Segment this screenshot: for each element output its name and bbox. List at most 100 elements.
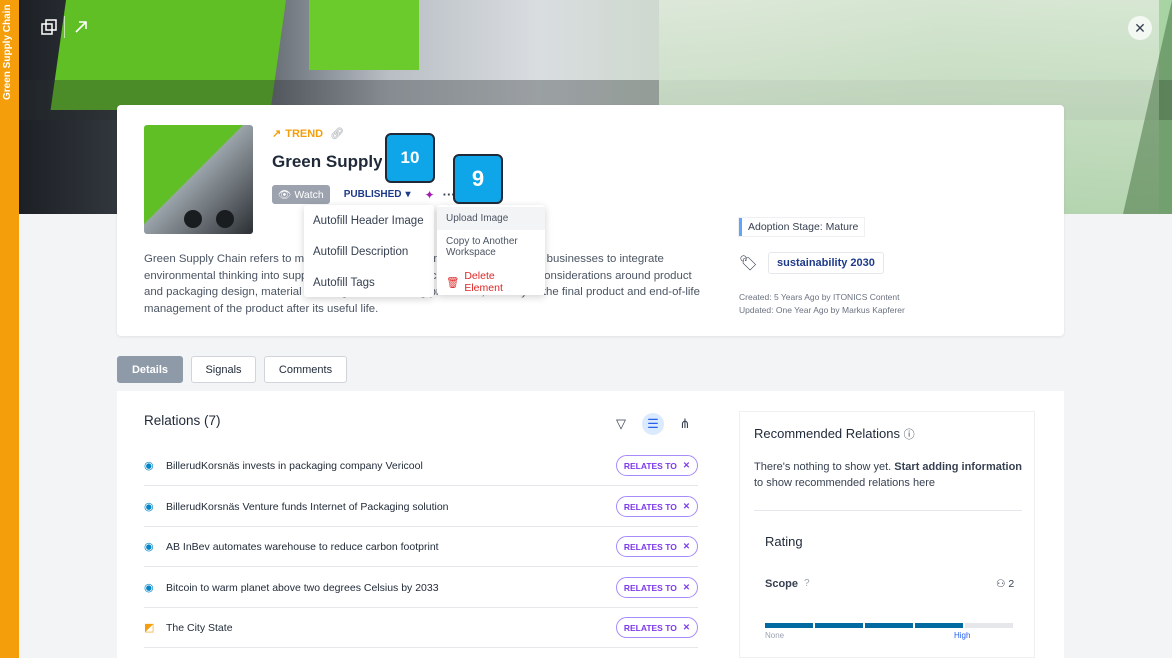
relation-row[interactable]: ◉ BillerudKorsnäs invests in packaging c… xyxy=(144,446,698,486)
recommended-empty-text: There's nothing to show yet. Start addin… xyxy=(754,459,1024,491)
created-info: Created: 5 Years Ago by ITONICS Content xyxy=(739,292,900,302)
relates-to-chip[interactable]: RELATES TO ✕ xyxy=(615,617,698,638)
element-title[interactable]: Green Supply Chain xyxy=(272,152,382,172)
eye-icon: 👁︎ xyxy=(278,189,292,201)
element-actions: 👁︎ Watch PUBLISHED ▾ ✦ ··· xyxy=(272,185,456,204)
relates-to-chip[interactable]: RELATES TO ✕ xyxy=(615,455,698,476)
signal-icon: ◉ xyxy=(144,460,154,472)
menu-item-autofill-header-image[interactable]: Autofill Header Image xyxy=(304,209,434,240)
element-side-tab[interactable]: Green Supply Chain xyxy=(0,0,19,658)
tab-details[interactable]: Details xyxy=(117,356,183,383)
element-card: ↗ TREND 🔗︎ Green Supply Chain 👁︎ Watch P… xyxy=(117,105,1064,336)
relates-to-label: RELATES TO xyxy=(623,622,677,633)
adoption-value: Mature xyxy=(825,221,859,233)
filter-icon[interactable]: ▽ xyxy=(610,413,632,435)
element-meta: Created: 5 Years Ago by ITONICS Content … xyxy=(739,291,905,317)
relation-title[interactable]: BillerudKorsnäs Venture funds Internet o… xyxy=(166,501,616,513)
tag-chip[interactable]: sustainability 2030 xyxy=(768,252,884,274)
menu-item-delete-element[interactable]: 🗑︎ Delete Element xyxy=(437,264,545,300)
link-icon[interactable]: 🔗︎ xyxy=(330,127,344,140)
signal-icon: ◉ xyxy=(144,582,154,594)
hero-decor xyxy=(309,0,419,70)
remove-icon[interactable]: ✕ xyxy=(683,541,690,552)
signal-icon: ◉ xyxy=(144,501,154,513)
status-dropdown[interactable]: PUBLISHED ▾ xyxy=(338,187,417,202)
help-icon[interactable]: ? xyxy=(804,578,810,589)
relation-title[interactable]: AB InBev automates warehouse to reduce c… xyxy=(166,541,616,553)
remove-icon[interactable]: ✕ xyxy=(683,622,690,633)
trend-icon: ↗ xyxy=(272,128,282,140)
user-icon: ⚇ xyxy=(996,578,1006,590)
adoption-stage[interactable]: Adoption Stage: Mature xyxy=(739,218,865,236)
relates-to-label: RELATES TO xyxy=(623,541,677,552)
updated-info: Updated: One Year Ago by Markus Kapferer xyxy=(739,305,905,315)
watch-button[interactable]: 👁︎ Watch xyxy=(272,185,330,204)
menu-item-copy-to-workspace[interactable]: Copy to Another Workspace xyxy=(437,230,545,264)
side-tab-label: Green Supply Chain xyxy=(2,4,13,100)
expand-icon[interactable] xyxy=(38,16,60,38)
details-panel: Relations (7) ▽ ☰ ⋔ ◉ BillerudKorsnäs in… xyxy=(117,391,1064,658)
relates-to-chip[interactable]: RELATES TO ✕ xyxy=(615,496,698,517)
detail-tabs: Details Signals Comments xyxy=(117,356,347,383)
empty-text-post: to show recommended relations here xyxy=(754,477,935,489)
delete-label: Delete Element xyxy=(464,270,503,294)
watch-label: Watch xyxy=(294,188,324,201)
trend-icon: ◩ xyxy=(144,622,155,634)
scale-high-label: High xyxy=(954,631,971,640)
graph-view-icon[interactable]: ⋔ xyxy=(674,413,696,435)
tab-signals[interactable]: Signals xyxy=(191,356,256,383)
ai-sparkle-icon[interactable]: ✦ xyxy=(425,188,435,202)
empty-text-link: Start adding information xyxy=(894,461,1023,473)
relates-to-chip[interactable]: RELATES TO ✕ xyxy=(615,536,698,557)
relates-to-label: RELATES TO xyxy=(623,460,677,471)
rating-segment xyxy=(815,623,863,628)
signal-icon: ◉ xyxy=(144,541,154,553)
relates-to-label: RELATES TO xyxy=(623,582,677,593)
list-view-icon[interactable]: ☰ xyxy=(642,413,664,435)
recommended-relations: Recommended Relations ⓘ There's nothing … xyxy=(739,411,1035,658)
recommended-title-text: Recommended Relations xyxy=(754,426,900,441)
relation-title[interactable]: Bitcoin to warm planet above two degrees… xyxy=(166,582,616,594)
relation-row[interactable]: ◉ AB InBev automates warehouse to reduce… xyxy=(144,527,698,567)
scope-rating-bar[interactable] xyxy=(765,623,1013,628)
tab-comments[interactable]: Comments xyxy=(264,356,347,383)
relates-to-chip[interactable]: RELATES TO ✕ xyxy=(615,577,698,598)
relation-row[interactable]: ◉ Bitcoin to warm planet above two degre… xyxy=(144,568,698,608)
adoption-label: Adoption Stage: xyxy=(748,221,823,233)
element-type-label: TREND xyxy=(285,127,324,140)
element-thumbnail[interactable] xyxy=(144,125,253,234)
remove-icon[interactable]: ✕ xyxy=(683,501,690,512)
tags: 🏷︎ sustainability 2030 xyxy=(739,252,884,274)
info-icon[interactable]: ⓘ xyxy=(904,429,915,441)
more-options-menu: Upload Image Copy to Another Workspace 🗑… xyxy=(437,205,545,295)
ai-autofill-menu: Autofill Header Image Autofill Descripti… xyxy=(304,205,434,297)
hero-toolbar xyxy=(38,16,90,38)
rater-count: 2 xyxy=(1008,578,1015,590)
rating-segment xyxy=(865,623,913,628)
step-badge-10: 10 xyxy=(385,133,435,183)
scope-label: Scope xyxy=(765,578,799,590)
relation-title[interactable]: BillerudKorsnäs invests in packaging com… xyxy=(166,460,616,472)
relation-row[interactable]: ◩ The City State RELATES TO ✕ xyxy=(144,608,698,648)
rating-segment xyxy=(915,623,963,628)
rating-segment xyxy=(965,623,1013,628)
remove-icon[interactable]: ✕ xyxy=(683,582,690,593)
recommended-title: Recommended Relations ⓘ xyxy=(754,426,915,442)
menu-item-autofill-description[interactable]: Autofill Description xyxy=(304,240,434,271)
rating-title: Rating xyxy=(765,534,803,549)
divider xyxy=(754,510,1022,511)
status-label: PUBLISHED xyxy=(343,189,402,200)
menu-item-autofill-tags[interactable]: Autofill Tags xyxy=(304,271,434,302)
tag-icon: 🏷︎ xyxy=(739,255,759,272)
relations-toolbar: ▽ ☰ ⋔ xyxy=(610,413,696,435)
relates-to-label: RELATES TO xyxy=(623,501,677,512)
close-button[interactable]: ✕ xyxy=(1128,16,1152,40)
relation-title[interactable]: The City State xyxy=(166,622,616,634)
element-type: ↗ TREND 🔗︎ xyxy=(272,127,344,141)
relation-row[interactable]: ◉ BillerudKorsnäs Venture funds Internet… xyxy=(144,487,698,527)
external-link-icon[interactable] xyxy=(64,16,90,38)
chevron-down-icon: ▾ xyxy=(405,189,411,200)
remove-icon[interactable]: ✕ xyxy=(683,460,690,471)
menu-item-upload-image[interactable]: Upload Image xyxy=(437,207,545,230)
relations-title: Relations (7) xyxy=(144,413,221,428)
